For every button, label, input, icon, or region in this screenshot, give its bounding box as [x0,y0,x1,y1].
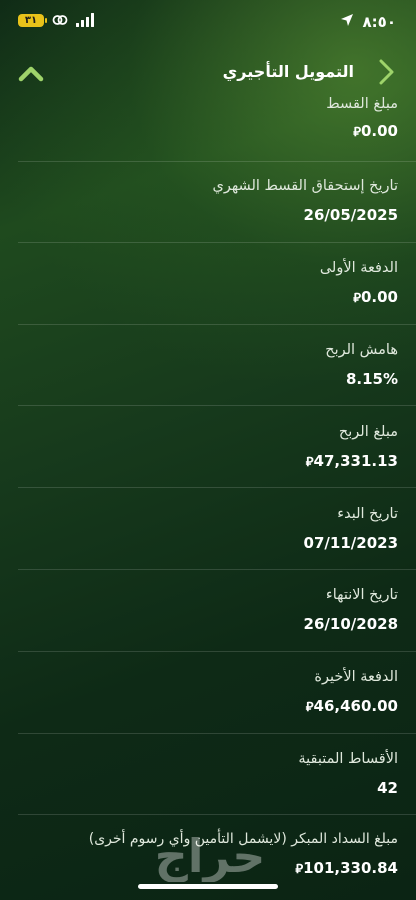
divider [18,324,416,325]
field-label: تاريخ إستحقاق القسط الشهري [212,178,399,194]
field-label: مبلغ القسط [326,96,398,112]
link-icon [52,15,68,25]
divider [18,242,416,243]
riyal-currency-icon: ⃁ [305,700,314,715]
svg-text:حراج: حراج [155,829,266,882]
field-label: هامش الربح [325,342,398,358]
riyal-currency-icon: ⃁ [305,455,314,470]
field-label: الدفعة الأولى [319,260,398,276]
divider [18,569,416,570]
divider [18,733,416,734]
divider [18,651,416,652]
app-header: التمويل التأجيري [0,52,416,92]
field-value: 42 [377,779,398,797]
divider [18,814,416,815]
collapse-chevron-up-icon[interactable] [18,64,44,82]
field-label: الدفعة الأخيرة [314,669,398,685]
location-arrow-icon [341,14,353,26]
field-value: ⃁47,331.13 [305,452,398,470]
field-value: 8.15% [345,370,398,388]
back-chevron-icon[interactable] [374,58,398,86]
cellular-signal-icon [76,13,94,27]
divider [18,487,416,488]
haraj-watermark-logo: حراج [155,829,266,882]
field-value: ⃁0.00 [353,122,398,140]
home-indicator[interactable] [138,884,278,889]
riyal-currency-icon: ⃁ [295,862,304,877]
field-value: 26/10/2028 [303,615,398,633]
field-value: ⃁101,330.84 [295,859,398,877]
field-label: تاريخ البدء [337,506,398,522]
battery-icon: ٣١ [18,14,47,27]
field-value: ⃁0.00 [353,288,398,306]
divider [18,405,416,406]
divider [18,161,416,162]
field-label: الأقساط المتبقية [298,751,398,767]
riyal-currency-icon: ⃁ [353,291,361,306]
status-bar: ٨:٥٠ ٣١ [0,0,416,46]
field-value: 07/11/2023 [303,534,398,552]
riyal-currency-icon: ⃁ [353,125,361,140]
page-title: التمويل التأجيري [222,62,354,81]
field-value: 26/05/2025 [303,206,398,224]
field-label: تاريخ الانتهاء [325,587,398,603]
battery-level: ٣١ [24,15,38,26]
field-value: ⃁46,460.00 [305,697,398,715]
field-label: مبلغ الربح [338,424,398,440]
status-time: ٨:٥٠ [362,13,396,31]
